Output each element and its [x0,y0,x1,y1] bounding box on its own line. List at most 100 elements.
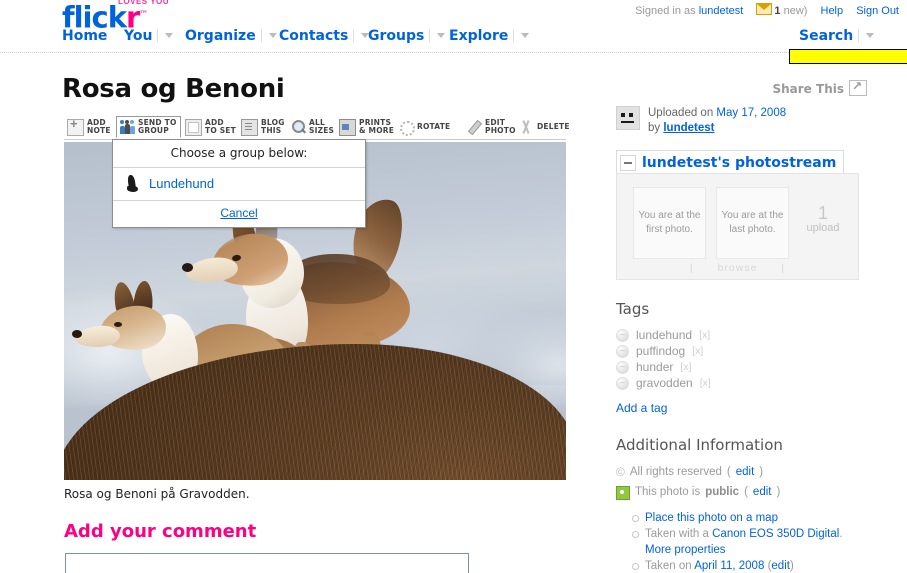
visibility-edit-link[interactable]: edit [753,484,772,500]
share-this-label: Share This [772,82,844,96]
bullet-icon [632,515,639,522]
first-photo-placeholder: You are at the first photo. [633,187,706,259]
public-badge-icon [616,486,630,500]
logo-trademark: ™ [139,10,148,20]
flickr-photo-page: flickr™ LOVES YOU Signed in as lundetest… [0,0,907,573]
tag-remove-button[interactable]: [x] [699,327,710,343]
all-sizes-button[interactable]: ALL SIZES [288,116,337,138]
account-bar: Signed in as lundetest 1 new) Help Sign … [635,3,899,17]
visibility-paren-open: ( [744,486,748,498]
add-a-tag-link[interactable]: Add a tag [616,401,667,415]
taken-date-link[interactable]: April 11, 2008 [694,560,764,572]
add-to-set-button[interactable]: ADD TO SET [182,116,239,138]
tag-remove-button[interactable]: [x] [700,375,711,391]
send-to-group-button[interactable]: SEND TO GROUP [116,116,181,138]
group-link-lundehund[interactable]: Lundehund [149,176,214,191]
upload-date-link[interactable]: May 17, 2008 [716,107,786,119]
tag-item[interactable]: lundehund [x] [616,327,866,343]
sign-out-link[interactable]: Sign Out [856,5,899,17]
share-this-button[interactable]: Share This [772,79,867,96]
tag-label[interactable]: hunder [636,359,673,375]
photo-action-toolbar: ADDNOTE SEND TOGROUP ADDTO SET BLOGTHIS [64,116,570,140]
camera-prefix: Taken with a [645,528,713,540]
chevron-down-icon[interactable] [268,33,277,38]
globe-icon [616,376,629,390]
browse-divider-right: | [781,262,786,274]
lundehund-group-icon [125,175,139,192]
help-link[interactable]: Help [821,5,844,17]
tag-label[interactable]: gravodden [636,375,693,391]
add-comment-heading: Add your comment [64,521,257,542]
edit-photo-button[interactable]: EDIT PHOTO [464,116,519,138]
browse-row[interactable]: | browse | [617,262,858,274]
prints-and-more-button[interactable]: PRINTS & MORE [336,116,397,138]
note-icon [67,116,84,136]
chevron-down-icon[interactable] [521,33,530,38]
place-on-map-link[interactable]: Place this photo on a map [645,510,778,526]
browse-divider-left: | [689,262,694,274]
delete-button[interactable]: DELETE [516,116,573,138]
visibility-prefix: This photo is [635,486,701,498]
tag-remove-button[interactable]: [x] [692,343,703,359]
share-arrow-icon [849,79,867,96]
rights-paren-close: ) [759,466,764,478]
map-row[interactable]: Place this photo on a map [616,510,892,526]
bullet-icon [632,563,639,570]
collapse-icon[interactable] [620,154,636,171]
logo-tagline: LOVES YOU [118,0,170,6]
upload-count-number: 1 [817,203,828,223]
by-label: by [648,122,664,134]
nav-divider [858,29,860,42]
comment-textarea[interactable] [65,553,469,573]
nav-item-organize[interactable]: Organize [185,28,277,44]
nav-divider [260,29,262,42]
tag-label[interactable]: puffindog [636,343,685,359]
tag-item[interactable]: hunder [x] [616,359,866,375]
nav-item-home[interactable]: Home [62,28,107,44]
tag-item[interactable]: puffindog [x] [616,343,866,359]
tag-item[interactable]: gravodden [x] [616,375,866,391]
add-note-button[interactable]: ADDNOTE [64,116,114,138]
photo-dog-front-eye [114,322,122,327]
rights-edit-link[interactable]: edit [736,464,755,480]
tag-remove-button[interactable]: [x] [680,359,691,375]
blog-this-button[interactable]: BLOG THIS [238,116,288,138]
uploader-link[interactable]: lundetest [663,122,714,134]
visibility-value: public [705,486,740,498]
bullet-icon [632,531,639,538]
browse-label[interactable]: browse [718,262,758,274]
signed-in-username[interactable]: lundetest [699,5,744,17]
avatar[interactable] [616,106,640,130]
photostream-header[interactable]: lundetest's photostream [616,150,844,174]
prints-and-more-label: PRINTS & MORE [359,117,395,135]
nav-divider [429,29,431,42]
nav-item-explore[interactable]: Explore [449,28,530,44]
photo-dog-rear-nose [182,263,193,272]
camera-row: Taken with a Canon EOS 350D Digital. Mor… [616,526,892,558]
chevron-down-icon[interactable] [866,33,875,38]
camera-link[interactable]: Canon EOS 350D Digital [712,528,839,540]
nav-item-contacts[interactable]: Contacts [279,28,370,44]
rights-paren-open: ( [726,466,731,478]
nav-item-groups[interactable]: Groups [368,28,446,44]
cancel-link[interactable]: Cancel [220,206,257,220]
rotate-button[interactable]: ROTATE [396,116,453,138]
nav-item-you[interactable]: You [124,28,174,44]
additional-information-section: Additional Information © All rights rese… [616,436,892,573]
tag-label[interactable]: lundehund [636,327,692,343]
taken-edit-link[interactable]: edit [771,560,790,572]
rights-row: © All rights reserved (edit) [616,464,892,480]
nav-label: Contacts [279,28,349,44]
chevron-down-icon[interactable] [165,33,174,38]
rotate-icon [399,120,415,136]
photostream-title[interactable]: lundetest's photostream [642,155,836,171]
photo-caption: Rosa og Benoni på Gravodden. [64,487,250,501]
search-input[interactable] [789,49,907,64]
camera-text: Taken with a Canon EOS 350D Digital. Mor… [645,526,843,558]
chevron-down-icon[interactable] [437,33,446,38]
envelope-icon[interactable] [756,3,773,15]
nav-item-search[interactable]: Search [799,28,875,44]
more-properties-link[interactable]: More properties [645,544,726,556]
dropdown-group-row[interactable]: Lundehund [113,168,365,201]
mail-count[interactable]: 1 new) [774,5,807,17]
